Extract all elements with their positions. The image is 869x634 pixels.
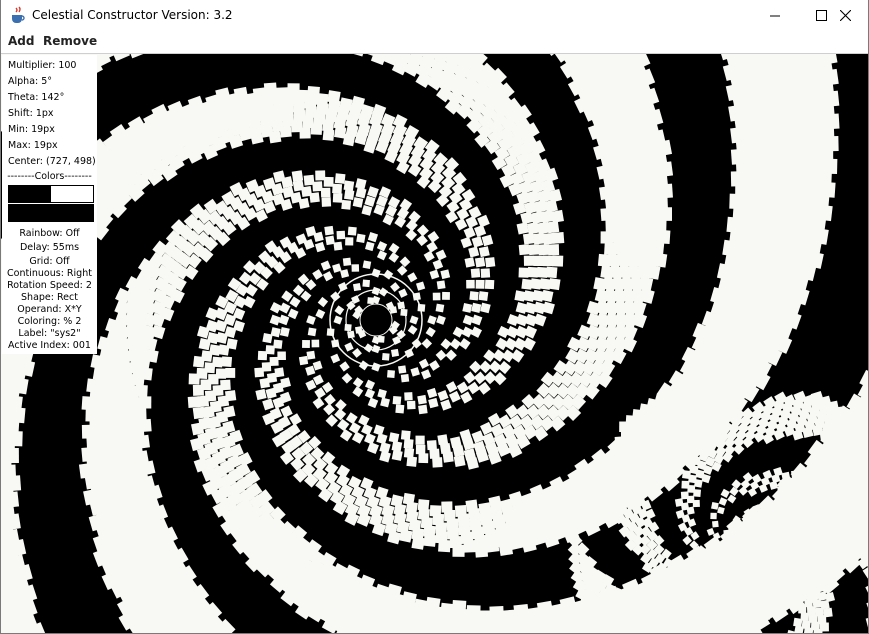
alpha-text: Alpha: 5° bbox=[8, 76, 53, 87]
shift-text: Shift: 1px bbox=[8, 108, 54, 119]
delay-text: Delay: 55ms bbox=[19, 242, 80, 253]
drawing-canvas[interactable] bbox=[1, 54, 868, 633]
max-text: Max: 19px bbox=[8, 140, 58, 151]
rainbow-text: Rainbow: Off bbox=[19, 228, 80, 239]
multiplier-text: Multiplier: 100 bbox=[8, 60, 77, 71]
rotation-speed-text: Rotation Speed: 2 bbox=[7, 280, 92, 291]
color-swatch-2 bbox=[51, 186, 93, 202]
operand-text: Operand: X*Y bbox=[17, 304, 82, 315]
color-swatch-row-1 bbox=[8, 185, 94, 203]
grid-text: Grid: Off bbox=[29, 256, 70, 267]
java-coffee-cup-icon bbox=[9, 6, 27, 24]
minimize-button[interactable] bbox=[752, 0, 798, 31]
menu-bar: Add Remove bbox=[1, 31, 868, 54]
active-index-text: Active Index: 001 bbox=[8, 340, 91, 351]
min-text: Min: 19px bbox=[8, 124, 55, 135]
color-swatch-3 bbox=[8, 204, 94, 222]
menu-add[interactable]: Add bbox=[8, 34, 34, 48]
color-swatch-1 bbox=[9, 186, 51, 202]
title-bar[interactable]: Celestial Constructor Version: 3.2 bbox=[1, 0, 868, 32]
shape-text: Shape: Rect bbox=[21, 292, 78, 303]
close-button[interactable] bbox=[822, 0, 868, 31]
center-text: Center: (727, 498) bbox=[8, 156, 96, 167]
theta-text: Theta: 142° bbox=[8, 92, 65, 103]
minimize-icon bbox=[770, 15, 780, 16]
close-icon bbox=[839, 10, 851, 21]
app-window: Celestial Constructor Version: 3.2 Add R… bbox=[0, 0, 869, 634]
label-text: Label: "sys2" bbox=[18, 328, 81, 339]
continuous-text: Continuous: Right bbox=[7, 268, 92, 279]
celestial-pattern bbox=[1, 54, 868, 633]
colors-heading: --------Colors-------- bbox=[6, 171, 93, 182]
info-panel: Multiplier: 100 Alpha: 5° Theta: 142° Sh… bbox=[2, 55, 97, 354]
coloring-text: Coloring: % 2 bbox=[17, 316, 82, 327]
window-title: Celestial Constructor Version: 3.2 bbox=[32, 8, 233, 22]
menu-remove[interactable]: Remove bbox=[43, 34, 97, 48]
